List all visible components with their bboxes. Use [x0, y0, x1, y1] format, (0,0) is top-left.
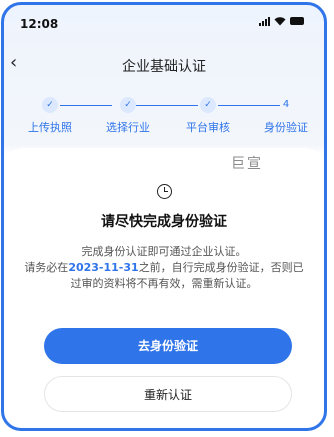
step-identity-verification: 4 身份验证	[251, 97, 321, 135]
desc-line-1: 完成身份认证即可通过企业认证。	[81, 245, 247, 258]
desc-suffix: 之前，自行完成身份验证，否则已	[138, 261, 304, 274]
step-label: 选择行业	[106, 121, 150, 134]
desc-line-3: 过审的资料将不再有效，需重新认证。	[70, 277, 258, 290]
go-verify-button[interactable]: 去身份验证	[44, 328, 292, 364]
signal-icon	[259, 16, 270, 26]
step-upload-license: ✓ 上传执照	[15, 97, 85, 135]
step-number: 4	[282, 99, 290, 110]
check-icon: ✓	[42, 97, 58, 113]
watermark: 巨宣	[231, 156, 263, 172]
step-label: 平台审核	[186, 121, 230, 134]
page-title: 企业基础认证	[122, 59, 206, 75]
wifi-icon	[274, 17, 286, 26]
desc-line-2: 请务必在2023-11-31之前，自行完成身份验证，否则已	[16, 260, 312, 276]
battery-icon	[290, 17, 304, 25]
status-bar: 12:08	[4, 5, 324, 37]
status-time: 12:08	[20, 17, 59, 31]
step-select-industry: ✓ 选择行业	[93, 97, 163, 135]
re-certify-button[interactable]: 重新认证	[44, 376, 292, 412]
step-label: 上传执照	[28, 121, 72, 134]
check-icon: ✓	[200, 97, 216, 113]
step-platform-review: ✓ 平台审核	[173, 97, 243, 135]
nav-bar: ‹ 企业基础认证	[4, 45, 324, 81]
step-label: 身份验证	[264, 121, 308, 134]
headline: 请尽快完成身份验证	[101, 214, 227, 230]
clock-icon	[157, 184, 172, 199]
progress-steps: ✓ 上传执照 ✓ 选择行业 ✓ 平台审核 4 身份验证	[4, 97, 324, 141]
check-icon: ✓	[120, 97, 136, 113]
status-icons	[259, 16, 304, 26]
verification-card: 巨宣 请尽快完成身份验证 完成身份认证即可通过企业认证。 请务必在2023-11…	[8, 148, 320, 428]
phone-frame: 12:08 ‹ 企业基础认证 ✓ 上传执照 ✓ 选择行业 ✓ 平台审核 4 身份…	[1, 2, 327, 431]
desc-prefix: 请务必在	[24, 261, 69, 274]
deadline-date: 2023-11-31	[68, 261, 139, 274]
description: 完成身份认证即可通过企业认证。 请务必在2023-11-31之前，自行完成身份验…	[16, 244, 312, 292]
